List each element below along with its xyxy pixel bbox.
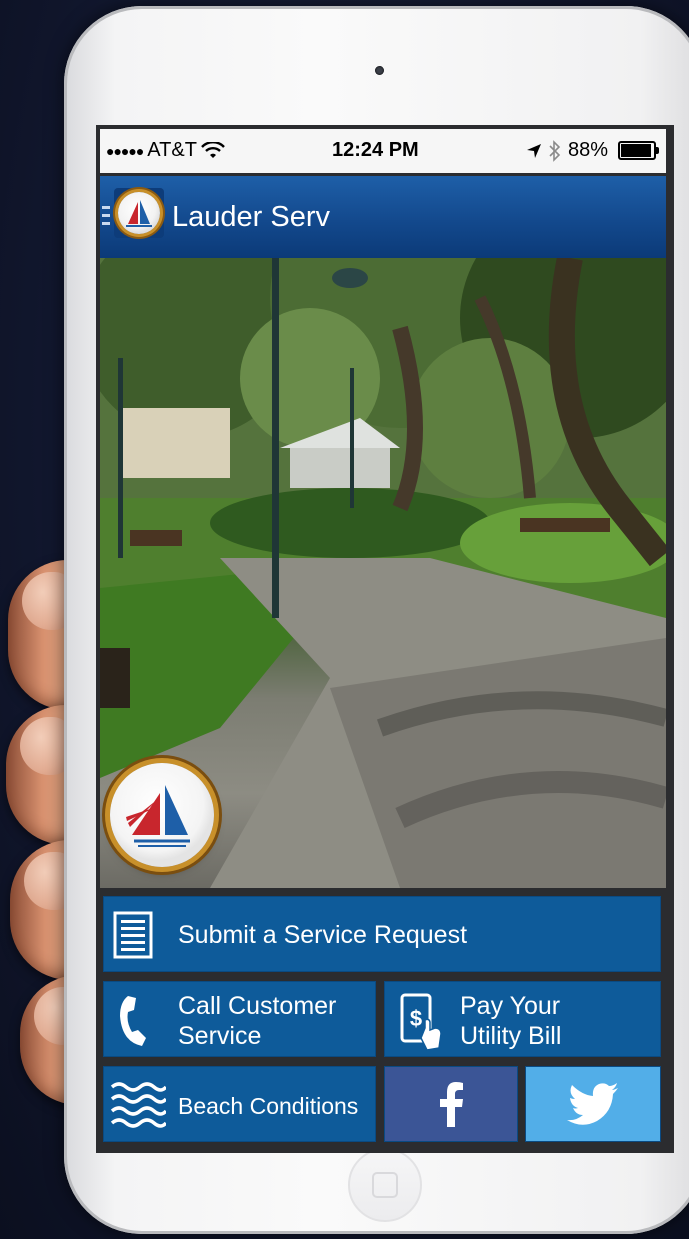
location-arrow-icon (526, 143, 541, 158)
beach-conditions-button[interactable]: Beach Conditions (103, 1066, 376, 1142)
pay-bill-icon: $ (400, 993, 442, 1051)
app-logo (114, 188, 164, 238)
beach-conditions-label: Beach Conditions (178, 1093, 359, 1119)
status-bar: ●●●●● AT&T 12:24 PM 88% (100, 129, 666, 173)
waves-icon (110, 1082, 166, 1128)
home-button-icon (372, 1172, 398, 1198)
app-header: Lauder Serv (100, 176, 666, 258)
pay-utility-bill-button[interactable]: $ Pay Your Utility Bill (384, 981, 661, 1057)
hero-image (100, 258, 666, 888)
carrier-group: ●●●●● AT&T (106, 139, 225, 162)
utility-bill-label: Utility Bill (460, 1022, 562, 1050)
app-screen: ●●●●● AT&T 12:24 PM 88% Lauder Serv Subm… (96, 125, 674, 1153)
facebook-button[interactable] (384, 1066, 518, 1142)
call-customer-service-button[interactable]: Call Customer Service (103, 981, 376, 1057)
twitter-icon (567, 1083, 618, 1125)
document-icon (113, 911, 153, 959)
front-camera (375, 66, 384, 75)
status-right: 88% (526, 139, 659, 162)
carrier-name: AT&T (147, 139, 197, 161)
clock: 12:24 PM (332, 139, 419, 161)
call-customer-label: Call Customer (178, 992, 337, 1020)
bluetooth-icon (549, 139, 561, 162)
phone-icon (120, 996, 146, 1046)
twitter-button[interactable] (525, 1066, 661, 1142)
home-button[interactable] (348, 1148, 422, 1222)
submit-service-request-label: Submit a Service Request (178, 921, 468, 949)
svg-text:$: $ (410, 1006, 422, 1031)
wifi-icon (201, 141, 225, 158)
facebook-icon (440, 1082, 463, 1127)
call-service-label: Service (178, 1022, 262, 1050)
pay-your-label: Pay Your (460, 992, 561, 1020)
submit-service-request-button[interactable]: Submit a Service Request (103, 896, 661, 972)
battery-percent: 88% (567, 139, 608, 161)
signal-strength-icon: ●●●●● (106, 142, 144, 159)
battery-icon (618, 141, 659, 160)
app-title: Lauder Serv (172, 201, 330, 233)
city-seal-logo (110, 763, 214, 867)
menu-icon[interactable] (102, 206, 110, 228)
